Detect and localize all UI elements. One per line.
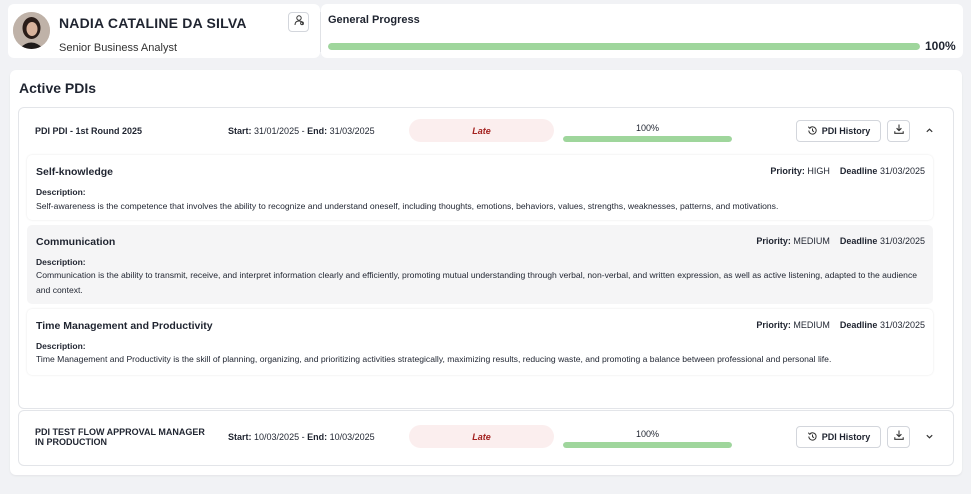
pdi-progress-bar — [563, 136, 732, 142]
expand-toggle[interactable] — [923, 431, 935, 443]
avatar — [13, 12, 50, 49]
history-icon — [807, 431, 818, 444]
user-icon — [293, 13, 305, 31]
competency-meta: Priority: MEDIUM Deadline 31/03/2025 — [756, 236, 925, 246]
competency-meta: Priority: HIGH Deadline 31/03/2025 — [770, 166, 925, 176]
pdi-start-date: 31/01/2025 — [254, 126, 300, 136]
priority-value: MEDIUM — [793, 320, 830, 330]
pdi-header[interactable]: PDI TEST FLOW APPROVAL MANAGER IN PRODUC… — [19, 411, 953, 457]
status-badge: Late — [409, 425, 554, 448]
pdi-end-date: 10/03/2025 — [329, 432, 375, 442]
pdi-progress-fill — [563, 136, 732, 142]
general-progress-value: 100% — [925, 39, 956, 53]
download-button[interactable] — [887, 120, 910, 142]
download-icon — [893, 122, 905, 140]
description-text: Time Management and Productivity is the … — [36, 354, 832, 364]
description-label: Description: — [36, 187, 86, 197]
chevron-up-icon — [925, 122, 934, 140]
pdi-card: PDI TEST FLOW APPROVAL MANAGER IN PRODUC… — [18, 410, 954, 466]
active-pdis-title: Active PDIs — [19, 80, 97, 96]
chevron-down-icon — [925, 428, 934, 446]
description-label: Description: — [36, 257, 86, 267]
pdi-progress-label: 100% — [635, 123, 660, 133]
competency-meta: Priority: MEDIUM Deadline 31/03/2025 — [756, 320, 925, 330]
description-text: Self-awareness is the competence that in… — [36, 201, 779, 211]
competency-item: Communication Priority: MEDIUM Deadline 3… — [27, 225, 933, 304]
collapse-toggle[interactable] — [923, 125, 935, 137]
pdi-name: PDI PDI - 1st Round 2025 — [35, 126, 143, 136]
deadline-value: 31/03/2025 — [879, 166, 925, 176]
pdi-progress-fill — [563, 442, 732, 448]
competency-list: Self-knowledge Priority: HIGH Deadline 31… — [27, 154, 941, 394]
general-progress-title: General Progress — [328, 14, 420, 26]
deadline-value: 31/03/2025 — [879, 320, 925, 330]
general-progress-fill — [328, 43, 920, 50]
competency-title: Time Management and Productivity — [36, 320, 213, 332]
profile-name: NADIA CATALINE DA SILVA — [59, 15, 247, 31]
competency-item: Self-knowledge Priority: HIGH Deadline 31… — [27, 155, 933, 220]
pdi-card: PDI PDI - 1st Round 2025 Start: 31/01/20… — [18, 107, 954, 409]
pdi-dates: Start: 10/03/2025 - End: 10/03/2025 — [228, 432, 375, 442]
pdi-progress-label: 100% — [635, 429, 660, 439]
pdi-start-date: 10/03/2025 — [254, 432, 300, 442]
priority-value: MEDIUM — [793, 236, 830, 246]
active-pdis-panel: Active PDIs PDI PDI - 1st Round 2025 Sta… — [10, 70, 962, 475]
history-icon — [807, 125, 818, 138]
deadline-value: 31/03/2025 — [879, 236, 925, 246]
profile-header: NADIA CATALINE DA SILVA Senior Business … — [8, 4, 320, 58]
competency-title: Self-knowledge — [36, 166, 114, 178]
general-progress-panel: General Progress 100% — [321, 4, 963, 58]
status-badge: Late — [409, 119, 554, 142]
profile-button[interactable] — [288, 12, 309, 32]
competency-title: Communication — [36, 236, 116, 248]
description-label: Description: — [36, 341, 86, 351]
pdi-header[interactable]: PDI PDI - 1st Round 2025 Start: 31/01/20… — [19, 108, 953, 154]
description-text: Communication is the ability to transmit… — [36, 270, 918, 295]
profile-role: Senior Business Analyst — [59, 42, 178, 54]
general-progress-bar — [328, 43, 920, 50]
pdi-end-date: 31/03/2025 — [329, 126, 375, 136]
pdi-history-button[interactable]: PDI History — [796, 426, 881, 448]
pdi-name: PDI TEST FLOW APPROVAL MANAGER IN PRODUC… — [35, 427, 205, 447]
pdi-progress-bar — [563, 442, 732, 448]
pdi-history-label: PDI History — [821, 126, 871, 136]
competency-item: Time Management and Productivity Priorit… — [27, 309, 933, 375]
priority-value: HIGH — [807, 166, 830, 176]
pdi-dates: Start: 31/01/2025 - End: 31/03/2025 — [228, 126, 375, 136]
pdi-history-label: PDI History — [821, 432, 871, 442]
download-icon — [893, 428, 905, 446]
download-button[interactable] — [887, 426, 910, 448]
pdi-history-button[interactable]: PDI History — [796, 120, 881, 142]
